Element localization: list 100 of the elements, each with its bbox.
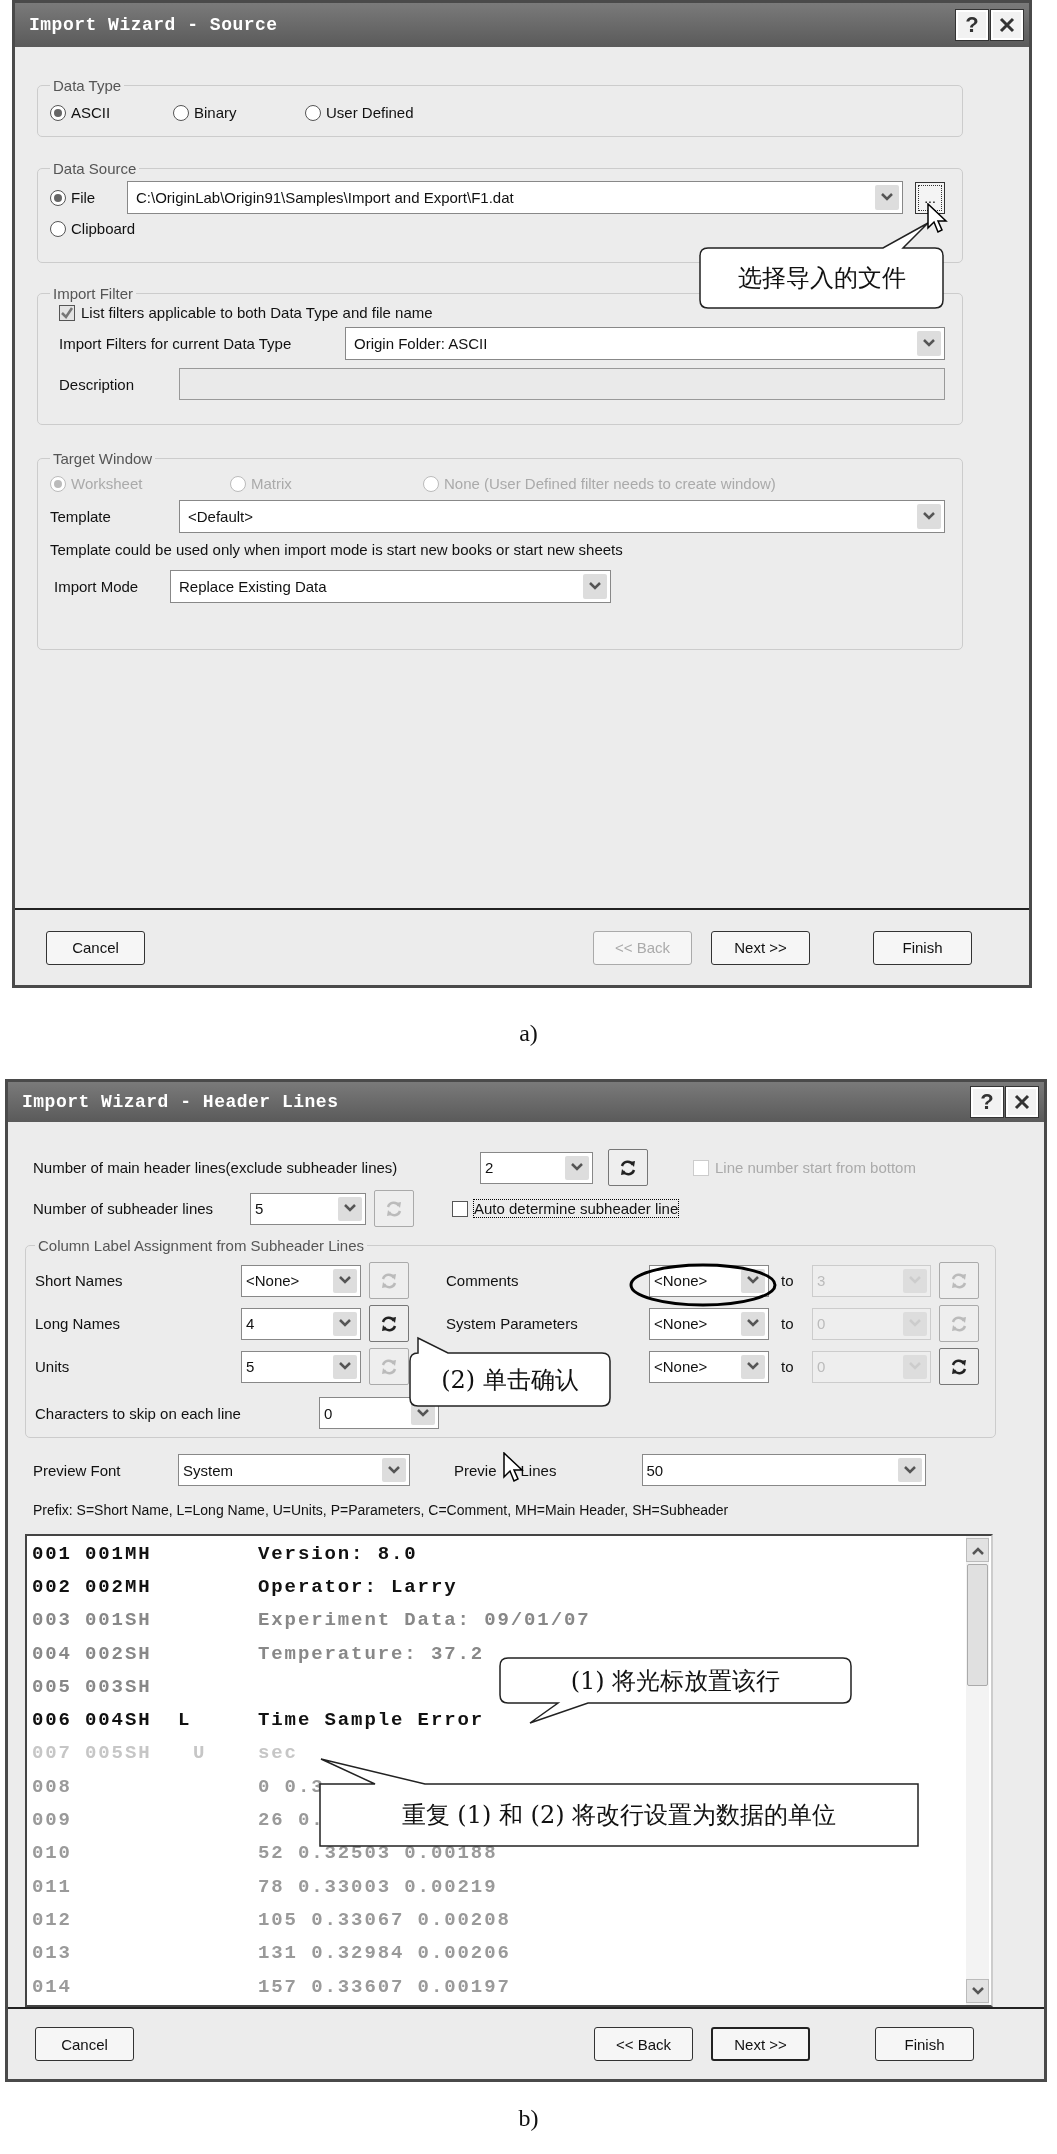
line-label: L — [178, 1709, 192, 1732]
template-dropdown[interactable]: <Default> — [179, 500, 945, 533]
chevron-down-icon — [903, 1354, 927, 1379]
radio-button[interactable] — [50, 189, 66, 206]
callout-text: (1) 将光标放置该行 — [569, 1665, 782, 1697]
radio-label[interactable]: File — [71, 189, 96, 206]
field-label: Template — [50, 508, 112, 525]
field-label: System Parameters — [446, 1315, 579, 1332]
field-label: Units — [35, 1358, 71, 1375]
field-label: Number of subheader lines — [33, 1200, 215, 1217]
line-text: 105 0.33067 0.00208 — [258, 1908, 511, 1931]
chevron-down-icon — [917, 504, 941, 529]
checkbox-label[interactable]: Auto determine subheader line — [474, 1200, 679, 1217]
radio-label[interactable]: User Defined — [326, 104, 414, 121]
dialog-button[interactable]: Cancel — [35, 2027, 134, 2061]
field-label: to — [781, 1358, 795, 1375]
line-dropdown[interactable]: <None> — [649, 1307, 769, 1340]
line-dropdown[interactable]: <None> — [241, 1264, 361, 1297]
refresh-button[interactable] — [939, 1348, 979, 1385]
help-button[interactable]: ? — [971, 1087, 1003, 1117]
dialog-button[interactable]: << Back — [594, 2027, 693, 2061]
line-dropdown[interactable]: 5 — [241, 1350, 361, 1383]
line-number: 011 — [32, 1875, 73, 1898]
line-tag: 002MH — [85, 1575, 152, 1598]
preview-font-dropdown[interactable]: System — [178, 1454, 410, 1486]
chevron-down-icon — [917, 331, 941, 356]
line-number: 002 — [32, 1575, 73, 1598]
line-text: sec — [258, 1742, 298, 1765]
scroll-thumb[interactable] — [967, 1564, 988, 1686]
field-label: Long Names — [35, 1315, 122, 1332]
subheader-dropdown[interactable]: 5 — [250, 1192, 366, 1225]
browse-button[interactable]: ... — [915, 181, 945, 214]
chevron-down-icon — [897, 1458, 922, 1482]
field-label: Characters to skip on each line — [35, 1404, 242, 1422]
radio-button[interactable] — [50, 104, 66, 121]
file-path-dropdown[interactable]: C:\OriginLab\Origin91\Samples\Import and Export\F1.dat — [127, 181, 903, 214]
scrollbar[interactable] — [966, 1536, 989, 2005]
line-text: Temperature: 37.2 — [258, 1642, 485, 1665]
line-number: 006 — [32, 1709, 73, 1732]
help-button[interactable]: ? — [956, 10, 988, 40]
chevron-down-icon — [333, 1354, 357, 1379]
group-legend: Data Type — [50, 77, 125, 94]
line-tag: 003SH — [85, 1675, 152, 1698]
group-legend: Column Label Assignment from Subheader Lines — [35, 1237, 368, 1254]
field-label: Import Mode — [54, 578, 140, 595]
line-dropdown[interactable]: <None> — [649, 1350, 769, 1383]
preview-lines-dropdown[interactable]: 50 — [641, 1454, 926, 1486]
line-dropdown[interactable]: 4 — [241, 1307, 361, 1340]
line-text: 26 0. — [258, 1809, 325, 1831]
chevron-down-icon — [382, 1458, 406, 1482]
field-label: to — [781, 1272, 795, 1289]
chevron-down-icon — [333, 1268, 357, 1293]
skip-dropdown[interactable]: 0 — [319, 1397, 439, 1429]
close-button[interactable] — [1006, 1087, 1038, 1117]
radio-button[interactable] — [50, 220, 66, 237]
window-title: Import Wizard - Header Lines — [22, 1092, 339, 1112]
field-label: Import Filters for current Data Type — [59, 335, 293, 352]
close-button[interactable] — [991, 10, 1023, 40]
field-label: Preview Font — [33, 1461, 122, 1479]
line-tag: 001SH — [85, 1609, 152, 1632]
refresh-button[interactable] — [369, 1305, 409, 1342]
radio-label[interactable]: ASCII — [71, 104, 111, 121]
field-label: Description — [59, 375, 136, 393]
chevron-down-icon — [565, 1155, 589, 1180]
description-field[interactable] — [179, 368, 945, 400]
main-header-dropdown[interactable]: 2 — [480, 1151, 593, 1184]
note-text: Template could be used only when import mode is start new books or start new sheets — [50, 541, 623, 558]
import-mode-dropdown[interactable]: Replace Existing Data — [170, 570, 611, 603]
radio-label[interactable]: Clipboard — [71, 220, 136, 237]
chevron-down-icon — [333, 1311, 357, 1336]
refresh-button[interactable] — [608, 1149, 648, 1186]
radio-button[interactable] — [173, 104, 189, 121]
field-label: to — [781, 1315, 795, 1332]
figure-caption: a) — [519, 1020, 538, 1047]
radio-label[interactable]: Binary — [194, 104, 237, 121]
checkbox[interactable] — [59, 304, 75, 321]
line-number: 003 — [32, 1609, 73, 1632]
checkbox-label[interactable]: List filters applicable to both Data Type and file name — [81, 304, 433, 321]
line-tag: 004SH — [85, 1709, 152, 1732]
dialog-button[interactable]: Finish — [873, 930, 972, 965]
dialog-button[interactable]: Next >> — [711, 2027, 810, 2061]
line-number: 010 — [32, 1842, 73, 1865]
dialog-button[interactable]: Cancel — [46, 930, 145, 965]
line-text: Experiment Data: 09/01/07 — [258, 1609, 591, 1632]
figure-caption: b) — [518, 2104, 539, 2132]
radio-button[interactable] — [305, 104, 321, 121]
chevron-down-icon — [338, 1196, 362, 1221]
scroll-up-icon[interactable] — [966, 1538, 989, 1562]
checkbox[interactable] — [452, 1200, 468, 1217]
line-number: 007 — [32, 1742, 73, 1765]
scroll-down-icon[interactable] — [966, 1979, 989, 2003]
dialog-button[interactable]: Finish — [875, 2027, 974, 2061]
group-legend: Target Window — [50, 450, 156, 467]
import-filter-dropdown[interactable]: Origin Folder: ASCII — [345, 327, 945, 360]
chevron-down-icon — [903, 1311, 927, 1336]
line-text: Operator: Larry — [258, 1575, 458, 1598]
dialog-button[interactable]: Next >> — [711, 930, 810, 965]
chevron-down-icon — [903, 1268, 927, 1293]
line-number: 013 — [32, 1942, 73, 1965]
line-tag: 002SH — [85, 1642, 152, 1665]
